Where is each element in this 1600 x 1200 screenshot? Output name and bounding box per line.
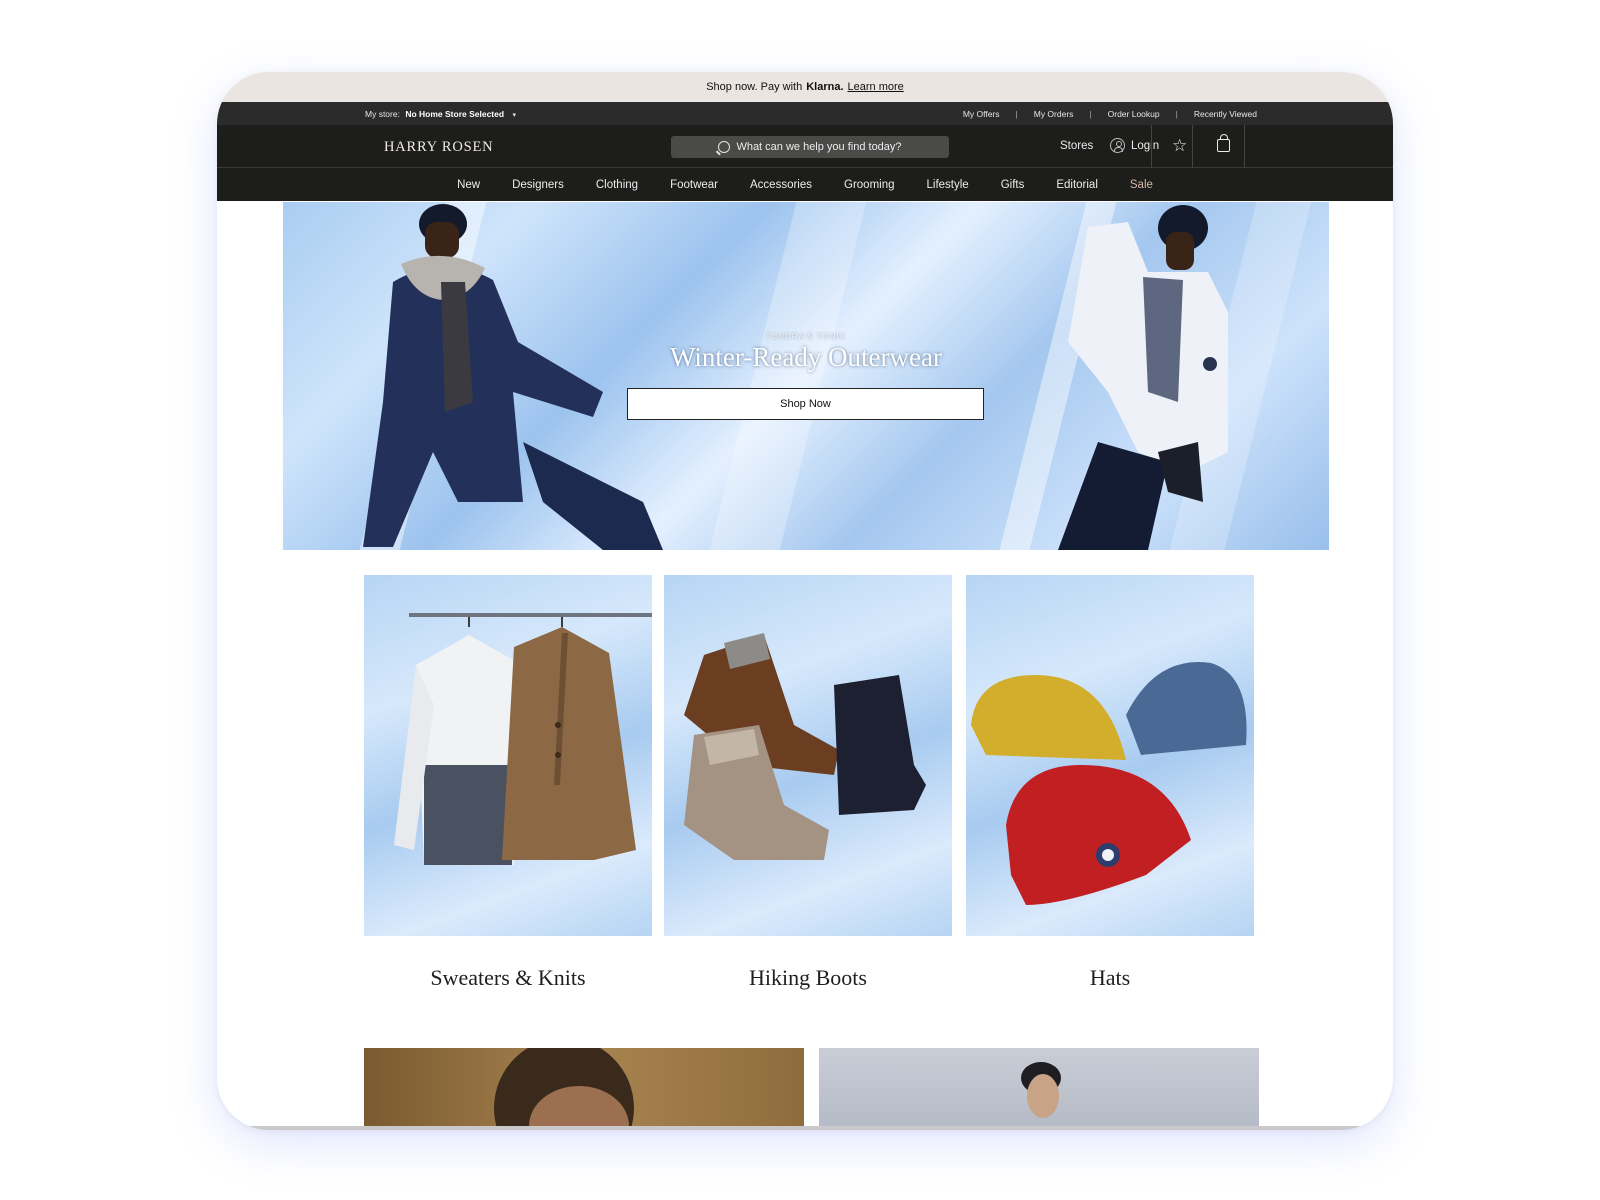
separator: | bbox=[1089, 109, 1092, 119]
search-placeholder: What can we help you find today? bbox=[736, 141, 902, 153]
viewport-bottom-edge bbox=[217, 1126, 1393, 1130]
shopping-bag-icon[interactable] bbox=[1217, 134, 1230, 152]
user-icon bbox=[1110, 138, 1125, 153]
nav-clothing[interactable]: Clothing bbox=[596, 179, 638, 191]
utility-bar: My store: No Home Store Selected ▾ My Of… bbox=[217, 102, 1393, 125]
search-input[interactable]: What can we help you find today? bbox=[671, 136, 949, 158]
nav-accessories[interactable]: Accessories bbox=[750, 179, 812, 191]
klarna-logo: Klarna. bbox=[806, 81, 844, 93]
login-label: Login bbox=[1131, 139, 1160, 152]
promo-text: Shop now. Pay with bbox=[706, 81, 803, 93]
hero-title: Winter-Ready Outerwear bbox=[670, 342, 942, 372]
model-white-puffer-image bbox=[1058, 205, 1228, 550]
model-navy-parka-image bbox=[363, 204, 663, 550]
editorial-teaser-left[interactable] bbox=[364, 1048, 804, 1130]
category-tile-hiking-boots[interactable] bbox=[664, 575, 952, 936]
category-tile-hats[interactable] bbox=[966, 575, 1254, 936]
nav-lifestyle[interactable]: Lifestyle bbox=[927, 179, 969, 191]
model-portrait-image bbox=[1021, 1062, 1061, 1118]
browser-viewport: Shop now. Pay with Klarna. Learn more My… bbox=[217, 72, 1393, 1130]
header-divider bbox=[1192, 125, 1193, 168]
caret-down-icon: ▾ bbox=[512, 112, 516, 119]
learn-more-link[interactable]: Learn more bbox=[848, 81, 904, 93]
site-header: HARRY ROSEN What can we help you find to… bbox=[217, 125, 1393, 168]
store-selector[interactable]: My store: No Home Store Selected ▾ bbox=[365, 109, 516, 119]
nav-new[interactable]: New bbox=[457, 179, 480, 191]
model-portrait-image bbox=[494, 1048, 634, 1130]
separator: | bbox=[1175, 109, 1178, 119]
order-lookup-link[interactable]: Order Lookup bbox=[1108, 109, 1160, 119]
nav-sale[interactable]: Sale bbox=[1130, 179, 1153, 191]
nav-editorial[interactable]: Editorial bbox=[1056, 179, 1098, 191]
my-orders-link[interactable]: My Orders bbox=[1034, 109, 1074, 119]
main-nav: New Designers Clothing Footwear Accessor… bbox=[217, 168, 1393, 201]
header-divider bbox=[1244, 125, 1245, 168]
category-label-sweaters[interactable]: Sweaters & Knits bbox=[364, 965, 652, 991]
category-tile-sweaters[interactable] bbox=[364, 575, 652, 936]
my-offers-link[interactable]: My Offers bbox=[963, 109, 1000, 119]
nav-grooming[interactable]: Grooming bbox=[844, 179, 895, 191]
nav-footwear[interactable]: Footwear bbox=[670, 179, 718, 191]
recently-viewed-link[interactable]: Recently Viewed bbox=[1194, 109, 1257, 119]
stores-link[interactable]: Stores bbox=[1060, 140, 1093, 152]
account-links: My Offers | My Orders | Order Lookup | R… bbox=[963, 109, 1257, 119]
harry-rosen-logo[interactable]: HARRY ROSEN bbox=[384, 139, 493, 156]
nav-designers[interactable]: Designers bbox=[512, 179, 564, 191]
category-label-hiking-boots[interactable]: Hiking Boots bbox=[664, 965, 952, 991]
hero-banner[interactable]: TUNDRA'S TONIC Winter-Ready Outerwear Sh… bbox=[283, 202, 1329, 550]
category-label-hats[interactable]: Hats bbox=[966, 965, 1254, 991]
separator: | bbox=[1015, 109, 1018, 119]
ice-streak bbox=[709, 202, 867, 550]
store-label: My store: bbox=[365, 109, 400, 119]
editorial-teaser-right[interactable] bbox=[819, 1048, 1259, 1130]
shop-now-button[interactable]: Shop Now bbox=[627, 388, 984, 420]
nav-gifts[interactable]: Gifts bbox=[1001, 179, 1025, 191]
store-value: No Home Store Selected bbox=[405, 109, 505, 119]
promo-banner: Shop now. Pay with Klarna. Learn more bbox=[217, 72, 1393, 102]
hiking-boots-image bbox=[684, 633, 926, 860]
search-icon bbox=[718, 141, 731, 153]
hero-eyebrow: TUNDRA'S TONIC bbox=[765, 332, 847, 341]
sweaters-image bbox=[394, 613, 652, 865]
header-divider bbox=[1151, 125, 1152, 168]
hats-image bbox=[971, 662, 1247, 905]
wishlist-star-icon[interactable]: ☆ bbox=[1172, 137, 1187, 154]
